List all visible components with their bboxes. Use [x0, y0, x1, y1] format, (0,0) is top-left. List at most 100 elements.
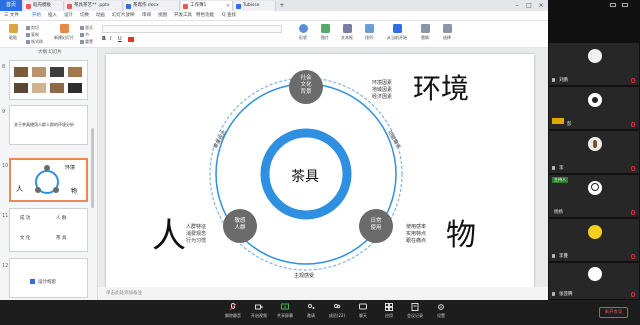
new-tab-icon[interactable]: +	[277, 0, 287, 11]
menu-search[interactable]: Q 查找	[222, 11, 236, 21]
share-screen-button[interactable]: 共享屏幕	[272, 303, 298, 323]
avatar	[588, 137, 602, 151]
select-button[interactable]: 选择	[436, 24, 458, 46]
participant-tile[interactable]: 刘鹏	[549, 43, 639, 85]
new-slide-button[interactable]: 新建幻灯片	[50, 24, 78, 46]
current-slide[interactable]: 茶具 社会 文化 背景 敬感 人群 日常 使用 环境 人 物 环境因素 地域因素…	[106, 54, 534, 290]
doc-icon	[126, 3, 131, 9]
textbox-icon	[342, 24, 352, 33]
picture-button[interactable]: 图片	[314, 24, 336, 46]
share-screen-icon	[281, 303, 289, 310]
participant-name: 张芸腾	[559, 292, 573, 297]
invite-button[interactable]: 邀请	[298, 303, 324, 323]
thumbs-scrollbar[interactable]	[91, 128, 94, 208]
mic-off-icon	[631, 292, 635, 297]
underline-icon[interactable]: U	[118, 36, 122, 42]
menu-developer[interactable]: 开发工具	[174, 11, 192, 21]
tab-docx[interactable]: 茶席作.docx	[124, 1, 180, 11]
participant-name: 李	[559, 166, 564, 171]
textbox-label: 文本框	[341, 35, 353, 40]
font-color-icon[interactable]	[128, 37, 134, 42]
menu-features[interactable]: 特色功能	[196, 11, 214, 21]
fullscreen-icon[interactable]	[622, 3, 628, 7]
menu-transition[interactable]: 切换	[80, 11, 89, 21]
minimize-icon[interactable]: –	[512, 0, 522, 11]
tab-docer[interactable]: 稻壳模板	[24, 1, 64, 11]
close-tab-icon[interactable]: ×	[226, 1, 230, 11]
font-format-row: B I U	[102, 36, 282, 44]
node-right-label: 日常 使用	[370, 218, 382, 231]
shape-button[interactable]: 形状	[292, 24, 314, 46]
cut-button[interactable]: 剪切	[26, 25, 39, 31]
participant-tile[interactable]: 张芸腾	[549, 263, 639, 299]
tab-label: 茶席作.docx	[133, 3, 159, 8]
meeting-notes-button[interactable]: 会议记录	[402, 303, 428, 323]
menu-view[interactable]: 视图	[158, 11, 167, 21]
maximize-icon[interactable]: □	[524, 0, 534, 11]
slide-thumbnail-8[interactable]	[9, 60, 88, 100]
note-line: 使用感率	[406, 224, 427, 230]
unmute-label: 解除静音	[225, 313, 241, 318]
format-painter-button[interactable]: 格式刷	[26, 39, 43, 45]
menu-file[interactable]: 三 文件	[4, 11, 19, 21]
paste-button[interactable]: 粘贴	[2, 24, 24, 46]
arrange-button[interactable]: 排列	[358, 24, 380, 46]
unmute-button[interactable]: 解除静音	[220, 303, 246, 323]
tab-pptx[interactable]: 茶具茶艺** .pptx	[65, 1, 123, 11]
panel-top-controls	[548, 0, 640, 10]
avatar	[588, 181, 602, 195]
avatar	[588, 49, 602, 63]
cut-label: 剪切	[31, 25, 39, 30]
apps-button[interactable]: 应用	[376, 303, 402, 323]
slide-thumbnail-10[interactable]: 环境 人 物	[9, 158, 88, 202]
note-line: 经济因素	[372, 94, 393, 100]
pin-icon	[552, 254, 555, 258]
tab-image[interactable]: Tubisse	[234, 1, 276, 11]
note-line: 跟在痛点	[406, 238, 427, 244]
tab-label: Tubisse	[243, 3, 260, 8]
settings-button[interactable]: 设置	[428, 303, 454, 323]
layout-icon[interactable]	[610, 3, 616, 7]
participant-tile[interactable]: 李	[549, 131, 639, 173]
slide-thumbnail-9[interactable]: 关于茶具使用人群人群的环境分析	[9, 105, 88, 145]
members-label: 成员(22)	[328, 313, 346, 318]
ppt-icon	[183, 3, 188, 9]
font-selector[interactable]	[102, 25, 282, 33]
tab-workbook[interactable]: 工作簿1 ×	[181, 1, 233, 11]
tab-home[interactable]: 首页	[0, 0, 22, 11]
menu-slideshow[interactable]: 幻灯片放映	[112, 11, 135, 21]
section-button[interactable]: 节	[80, 32, 89, 38]
menu-animation[interactable]: 动画	[96, 11, 105, 21]
replace-button[interactable]: 替换	[414, 24, 436, 46]
participant-tile[interactable]: 李蔓	[549, 219, 639, 261]
slide-thumbnail-11[interactable]: 成 功 文 化 人 群 茶 具	[9, 208, 88, 252]
leave-meeting-button[interactable]: 离开会议	[599, 307, 628, 318]
mic-off-icon	[631, 166, 635, 171]
members-button[interactable]: 成员(22)	[324, 303, 350, 323]
paste-label: 粘贴	[9, 35, 17, 40]
picture-label: 图片	[321, 35, 329, 40]
note-line: 行为习惯	[186, 238, 207, 244]
participant-tile[interactable]: 彭	[549, 87, 639, 129]
notes-input[interactable]: 单击此处添加备注	[98, 287, 548, 300]
menu-insert[interactable]: 插入	[48, 11, 57, 21]
close-window-icon[interactable]: ×	[536, 0, 546, 11]
chat-button[interactable]: 聊天	[350, 303, 376, 323]
slide-number: 11	[2, 213, 9, 219]
textbox-button[interactable]: 文本框	[336, 24, 358, 46]
italic-icon[interactable]: I	[110, 36, 111, 42]
participant-tile[interactable]: 主持人 杨扬	[549, 175, 639, 217]
bold-icon[interactable]: B	[102, 36, 106, 42]
slide-thumbnail-12[interactable]: 设计构思	[9, 258, 88, 298]
menu-review[interactable]: 审阅	[142, 11, 151, 21]
menu-design[interactable]: 设计	[64, 11, 73, 21]
note-line: 人群特征	[186, 224, 207, 230]
copy-button[interactable]: 复制	[26, 32, 39, 38]
start-video-button[interactable]: 开启视频	[246, 303, 272, 323]
pin-icon	[552, 292, 555, 296]
layout-button[interactable]: 版式	[80, 25, 93, 31]
reset-button[interactable]: 重置	[80, 39, 93, 45]
play-current-button[interactable]: 从当前开始	[384, 24, 410, 46]
slide-number: 8	[2, 64, 6, 70]
arrange-label: 排列	[365, 35, 373, 40]
